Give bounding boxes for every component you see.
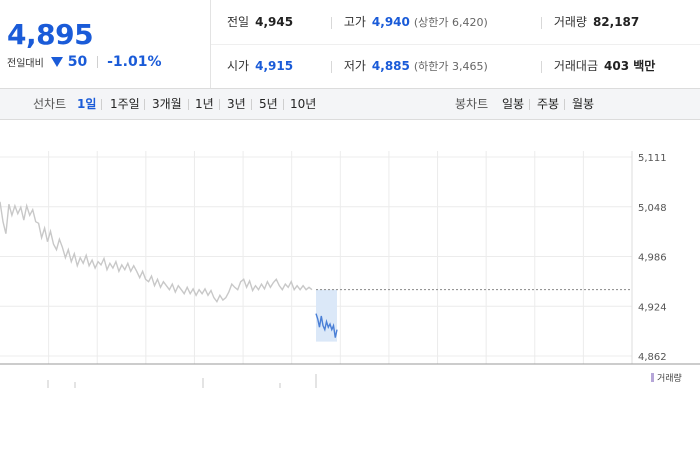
stat-low: 저가 4,885 (하한가 3,465) [331,44,488,88]
stat-value: 82,187 [592,15,640,29]
period-5y-button[interactable]: 5년 [259,89,278,119]
divider [251,99,252,110]
divider [529,99,530,110]
candle-weekly-button[interactable]: 주봉 [537,89,559,119]
y-tick-label: 4,986 [638,253,667,264]
divider [564,99,565,110]
divider [101,99,102,110]
stat-note: (상한가 6,420) [413,16,488,29]
price-chart: 5,111 5,048 4,986 4,924 4,862 거래량 [0,151,700,388]
price-summary: 4,895 전일대비 50 -1.01% [0,0,211,88]
stat-value: 4,915 [255,59,294,73]
stats-row: 전일 4,945 고가 4,940 (상한가 6,420) 거래량 82,187 [211,0,700,45]
change-label: 전일대비 [7,58,44,70]
stat-label: 거래량 [553,15,587,29]
y-tick-label: 5,111 [638,153,667,164]
y-tick-label: 5,048 [638,203,667,214]
stat-open: 시가 4,915 [227,44,293,88]
candle-chart-label: 봉차트 [455,97,489,111]
stat-label: 고가 [343,15,366,29]
current-price: 4,895 [7,18,94,51]
period-1d-button[interactable]: 1일 [77,89,96,119]
stats-row: 시가 4,915 저가 4,885 (하한가 3,465) 거래대금 403 백만 [211,44,700,88]
candle-daily-button[interactable]: 일봉 [502,89,524,119]
stat-value: 4,885 [371,59,410,73]
divider [283,99,284,110]
quote-header: 4,895 전일대비 50 -1.01% 전일 4,945 고가 4,940 (상한가… [0,0,700,89]
y-tick-label: 4,924 [638,302,667,313]
today-highlight-band [316,289,337,342]
volume-legend-label: 거래량 [657,372,682,384]
down-triangle-icon [51,57,64,67]
stat-value: 4,945 [255,15,294,29]
previous-price-line [0,201,313,304]
stat-label: 저가 [343,59,366,73]
stat-volume: 거래량 82,187 [541,0,639,44]
stat-value: 403 백만 [604,59,656,73]
period-3y-button[interactable]: 3년 [227,89,246,119]
change-rate: -1.01% [107,54,162,70]
volume-legend-swatch [651,373,654,382]
stat-value: 4,940 [371,15,410,29]
change-row: 전일대비 50 -1.01% [7,54,162,70]
period-3m-button[interactable]: 3개월 [152,89,182,119]
divider [144,99,145,110]
period-1y-button[interactable]: 1년 [195,89,214,119]
divider [188,99,189,110]
stats-table: 전일 4,945 고가 4,940 (상한가 6,420) 거래량 82,187 시가 4… [211,0,700,88]
stat-prev-close: 전일 4,945 [227,0,293,44]
stat-note: (하한가 3,465) [413,60,488,73]
y-tick-label: 4,862 [638,352,667,363]
candle-monthly-button[interactable]: 월봉 [572,89,594,119]
stat-trade-value: 거래대금 403 백만 [541,44,655,88]
stat-label: 시가 [227,59,250,73]
chart-toolbar: 선차트 1일 1주일 3개월 1년 3년 5년 10년 봉차트 일봉 주봉 월봉 [0,89,700,120]
divider [96,56,98,68]
line-chart-label: 선차트 [33,97,67,111]
stat-label: 거래대금 [553,59,598,73]
change-value: 50 [67,54,88,70]
stat-high: 고가 4,940 (상한가 6,420) [331,0,488,44]
period-1w-button[interactable]: 1주일 [110,89,140,119]
period-10y-button[interactable]: 10년 [290,89,316,119]
divider [219,99,220,110]
stat-label: 전일 [227,15,250,29]
